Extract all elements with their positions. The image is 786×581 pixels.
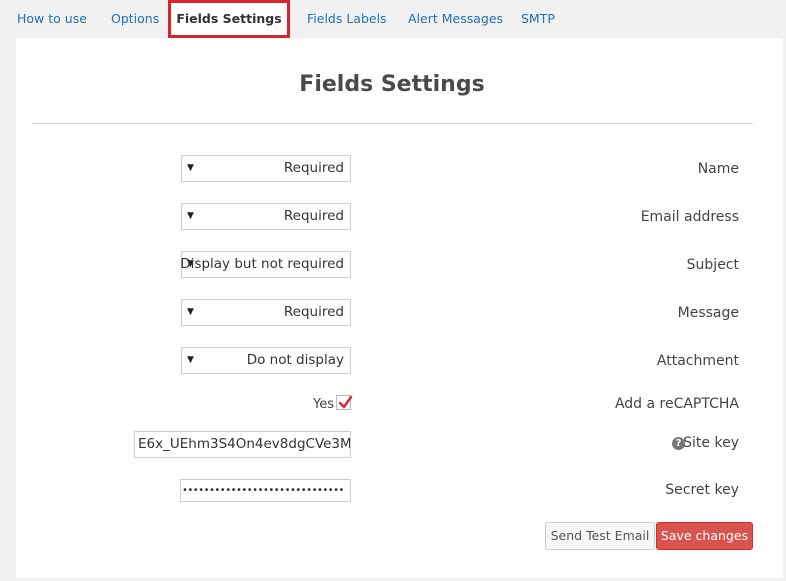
- site-key-input[interactable]: E6x_UEhm3S4On4ev8dgCVe3M0vS: [134, 431, 351, 458]
- dropdown-arrow-icon: ▼: [187, 163, 194, 173]
- tab-fields-labels[interactable]: Fields Labels: [307, 0, 387, 38]
- dropdown-arrow-icon: ▼: [187, 211, 194, 221]
- email-select[interactable]: ▼ Required: [181, 203, 351, 230]
- recaptcha-checkbox[interactable]: [336, 395, 353, 410]
- message-select[interactable]: ▼ Required: [181, 299, 351, 326]
- tab-bar: How to use Options Fields Settings Field…: [0, 0, 786, 38]
- secret-key-input[interactable]: ••••••••••••••••••••••••••••••: [180, 479, 351, 502]
- tab-options[interactable]: Options: [111, 0, 159, 38]
- attachment-label: Attachment: [656, 353, 739, 369]
- email-select-value: Required: [283, 208, 344, 224]
- send-test-email-button[interactable]: Send Test Email: [545, 522, 655, 550]
- name-select[interactable]: ▼ Required: [181, 155, 351, 182]
- subject-select[interactable]: ▼ Display but not required: [180, 251, 351, 278]
- dropdown-arrow-icon: ▼: [187, 307, 194, 317]
- checkmark-icon: [338, 395, 353, 409]
- message-select-value: Required: [283, 304, 344, 320]
- tab-alert-messages[interactable]: Alert Messages: [408, 0, 503, 38]
- dropdown-arrow-icon: ▼: [187, 355, 194, 365]
- tab-smtp[interactable]: SMTP: [521, 0, 555, 38]
- subject-select-value: Display but not required: [180, 256, 344, 272]
- recaptcha-yes-label: Yes: [313, 397, 334, 412]
- attachment-select-value: Do not display: [246, 352, 344, 368]
- attachment-select[interactable]: ▼ Do not display: [181, 347, 351, 374]
- tab-fields-settings[interactable]: Fields Settings: [168, 0, 290, 38]
- page-title: Fields Settings: [299, 72, 485, 97]
- save-changes-button[interactable]: Save changes: [656, 522, 753, 550]
- tab-how-to-use[interactable]: How to use: [17, 0, 87, 38]
- email-label: Email address: [640, 209, 739, 225]
- divider: [32, 123, 753, 124]
- settings-panel: Fields Settings ▼ Required Name ▼ Requir…: [16, 38, 783, 578]
- secret-key-label: Secret key: [665, 482, 739, 498]
- subject-label: Subject: [686, 257, 739, 273]
- name-select-value: Required: [283, 160, 344, 176]
- site-key-label: Site key: [683, 435, 739, 451]
- message-label: Message: [677, 305, 739, 321]
- name-label: Name: [697, 161, 739, 177]
- recaptcha-label: Add a reCAPTCHA: [614, 396, 739, 412]
